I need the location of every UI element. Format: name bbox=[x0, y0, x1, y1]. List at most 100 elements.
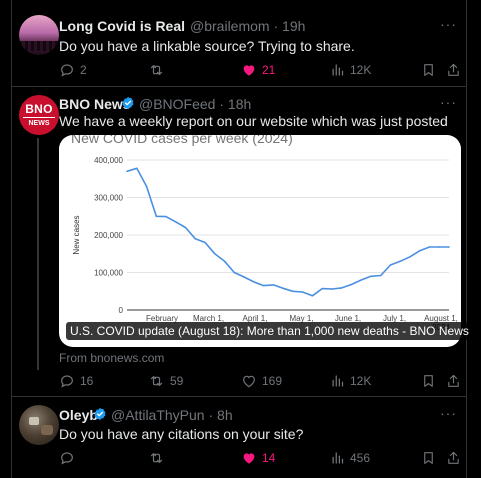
avatar-logo-line2: NEWS bbox=[23, 117, 55, 128]
data-point bbox=[360, 279, 362, 281]
more-options-icon[interactable]: ··· bbox=[440, 94, 457, 110]
heart-icon bbox=[243, 375, 255, 388]
data-point bbox=[379, 274, 382, 277]
like-button[interactable]: 169 bbox=[241, 372, 282, 390]
heart-filled-icon bbox=[243, 65, 255, 76]
thread-connector bbox=[37, 138, 39, 370]
views-button[interactable]: 12K bbox=[330, 372, 371, 390]
tweet-time[interactable]: 18h bbox=[228, 96, 251, 112]
data-point bbox=[448, 246, 450, 248]
like-button[interactable]: 21 bbox=[241, 61, 275, 79]
data-point bbox=[292, 290, 294, 293]
avatar[interactable] bbox=[19, 15, 59, 55]
chart-title: New COVID cases per week (2024) bbox=[71, 135, 293, 146]
share-icon bbox=[448, 451, 459, 464]
data-point bbox=[233, 271, 236, 274]
author-handle[interactable]: @brailemom bbox=[190, 18, 270, 34]
data-point bbox=[253, 281, 255, 283]
data-point bbox=[145, 185, 148, 188]
views-button[interactable]: 12K bbox=[330, 61, 371, 79]
author-handle[interactable]: @BNOFeed bbox=[139, 96, 215, 112]
views-count: 456 bbox=[350, 451, 371, 465]
link-source[interactable]: From bnonews.com bbox=[59, 351, 164, 365]
data-point bbox=[331, 288, 333, 290]
tweet-divider bbox=[11, 86, 467, 87]
tweet-text: Do you have a linkable source? Trying to… bbox=[59, 38, 355, 54]
author-name[interactable]: BNO News bbox=[59, 96, 131, 112]
share-icon bbox=[448, 374, 459, 387]
data-point bbox=[438, 246, 441, 248]
link-card[interactable]: New COVID cases per week (2024) 0 100,000 2… bbox=[59, 135, 461, 347]
reply-button[interactable]: 16 bbox=[59, 372, 93, 390]
data-point bbox=[223, 260, 226, 263]
data-point bbox=[282, 287, 284, 290]
analytics-icon bbox=[332, 375, 344, 387]
data-point bbox=[126, 170, 128, 173]
y-tick-label: 0 bbox=[119, 306, 124, 315]
tweet-divider bbox=[11, 396, 467, 397]
retweet-icon bbox=[150, 65, 163, 75]
more-options-icon[interactable]: ··· bbox=[440, 405, 457, 421]
bookmark-icon bbox=[424, 452, 433, 464]
author-handle-time[interactable]: @AttilaThyPun · 8h bbox=[111, 407, 233, 423]
reply-count: 16 bbox=[80, 374, 94, 388]
data-point bbox=[418, 249, 421, 252]
data-point bbox=[409, 255, 411, 258]
data-point bbox=[350, 283, 353, 286]
y-tick-label: 200,000 bbox=[94, 231, 123, 240]
retweet-icon bbox=[150, 453, 163, 463]
bookmark-button[interactable] bbox=[421, 61, 436, 79]
data-point bbox=[204, 241, 206, 244]
like-count: 169 bbox=[262, 374, 283, 388]
timeline-left-border bbox=[11, 0, 12, 478]
tweet-text: We have a weekly report on our website w… bbox=[59, 113, 448, 129]
data-point bbox=[272, 284, 275, 286]
avatar-logo-line1: BNO bbox=[25, 102, 53, 116]
bookmark-button[interactable] bbox=[421, 449, 436, 467]
share-button[interactable] bbox=[446, 372, 461, 390]
analytics-icon bbox=[332, 64, 344, 76]
data-point bbox=[399, 260, 402, 263]
data-point bbox=[174, 221, 177, 223]
like-count: 14 bbox=[262, 451, 276, 465]
like-button[interactable]: 14 bbox=[241, 449, 275, 467]
more-options-icon[interactable]: ··· bbox=[440, 16, 457, 32]
retweet-icon bbox=[150, 376, 163, 386]
data-point bbox=[165, 215, 167, 218]
author-handle-time[interactable]: @BNOFeed · 18h bbox=[139, 96, 251, 112]
data-point bbox=[321, 287, 323, 290]
series-line bbox=[126, 167, 449, 297]
tweet-time[interactable]: 19h bbox=[282, 18, 305, 34]
author-handle-time[interactable]: @brailemom · 19h bbox=[190, 18, 305, 34]
y-tick-label: 400,000 bbox=[94, 156, 123, 165]
data-point bbox=[428, 246, 431, 248]
data-point bbox=[135, 167, 138, 170]
data-point bbox=[311, 294, 314, 297]
views-button[interactable]: 456 bbox=[330, 449, 370, 467]
share-button[interactable] bbox=[446, 449, 461, 467]
retweet-button[interactable]: 59 bbox=[148, 372, 183, 390]
retweet-button[interactable] bbox=[148, 449, 165, 467]
bookmark-icon bbox=[424, 375, 433, 387]
reply-button[interactable]: 2 bbox=[59, 61, 87, 79]
reply-count: 2 bbox=[80, 63, 87, 77]
data-point bbox=[301, 291, 304, 293]
tweet-time[interactable]: 8h bbox=[217, 407, 233, 423]
avatar[interactable] bbox=[19, 405, 59, 445]
share-button[interactable] bbox=[446, 61, 461, 79]
retweet-button[interactable] bbox=[148, 61, 165, 79]
author-name[interactable]: Long Covid is Real bbox=[59, 18, 185, 34]
tweet-text: Do you have any citations on your site? bbox=[59, 426, 304, 442]
chart: New COVID cases per week (2024) 0 100,000 2… bbox=[71, 135, 458, 332]
data-point bbox=[389, 264, 392, 266]
y-tick-label: 100,000 bbox=[94, 269, 123, 278]
data-point bbox=[262, 284, 265, 287]
author-handle[interactable]: @AttilaThyPun bbox=[111, 407, 205, 423]
bookmark-icon bbox=[424, 64, 433, 76]
avatar[interactable]: BNO NEWS bbox=[19, 95, 59, 135]
bookmark-button[interactable] bbox=[421, 372, 436, 390]
link-card-caption[interactable]: U.S. COVID update (August 18): More than… bbox=[66, 322, 473, 340]
reply-icon bbox=[61, 375, 73, 388]
reply-button[interactable] bbox=[59, 449, 75, 467]
data-point bbox=[214, 252, 216, 255]
